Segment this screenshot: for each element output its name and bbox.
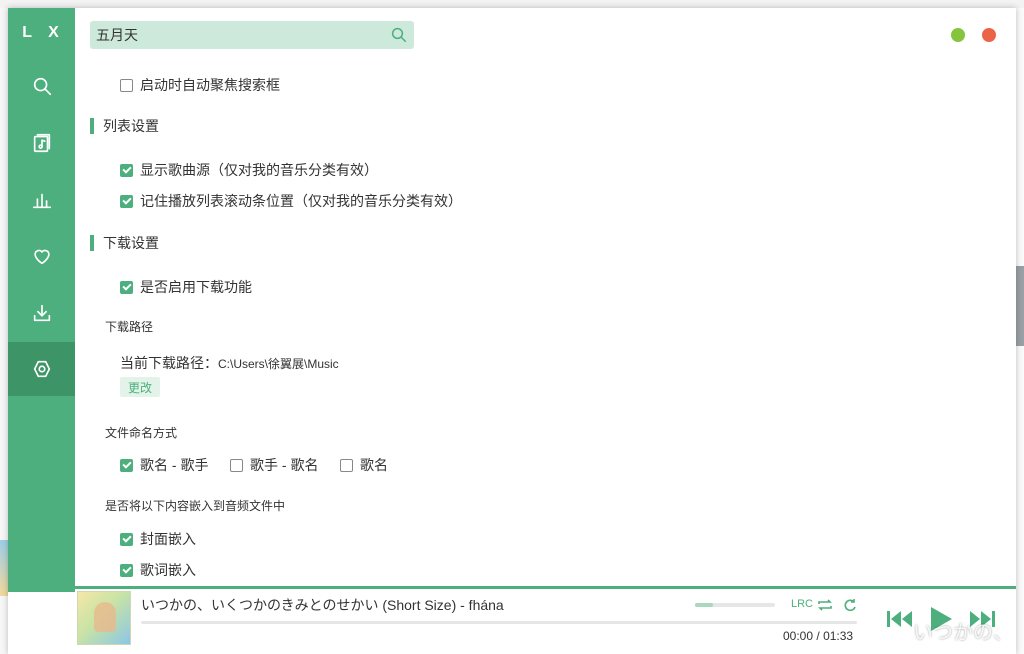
heart-icon: [33, 249, 50, 265]
embed-title: 是否将以下内容嵌入到音频文件中: [105, 499, 286, 513]
checkbox-label: 歌手 - 歌名: [250, 457, 319, 473]
app-logo: L X: [22, 24, 65, 41]
track-title: いつかの、いくつかのきみとのせかい (Short Size) - fhána: [141, 597, 504, 613]
checkbox-box[interactable]: [340, 458, 353, 472]
chart-icon: [32, 193, 51, 209]
repeat-button[interactable]: [817, 598, 833, 612]
show-source-checkbox[interactable]: 显示歌曲源（仅对我的音乐分类有效）: [120, 160, 378, 180]
checkbox-label: 歌名: [360, 457, 388, 473]
checkbox-box[interactable]: [120, 163, 133, 177]
naming-title: 文件命名方式: [105, 426, 178, 440]
checkbox-label: 显示歌曲源（仅对我的音乐分类有效）: [140, 162, 378, 178]
checkbox-box[interactable]: [120, 280, 133, 294]
nav-settings[interactable]: [8, 342, 75, 396]
download-path-value: C:\Users\徐翼展\Music: [218, 357, 339, 371]
settings-icon: [33, 360, 50, 378]
volume-level: [695, 603, 713, 607]
music-list-icon: [33, 133, 50, 153]
album-cover[interactable]: [77, 591, 131, 645]
total-time: 01:33: [823, 629, 854, 643]
search-icon: [33, 77, 51, 96]
search-button[interactable]: [390, 26, 408, 44]
background-thumbnail: [0, 540, 8, 596]
download-icon: [33, 304, 50, 322]
progress-bar[interactable]: [141, 621, 857, 624]
checkbox-box[interactable]: [120, 563, 133, 577]
settings-scrollbar[interactable]: [1004, 60, 1016, 585]
nav-search[interactable]: [8, 59, 75, 113]
volume-slider[interactable]: [695, 603, 775, 607]
sidebar: L X: [8, 8, 75, 592]
search-bar: [90, 21, 414, 49]
naming-option-song-singer[interactable]: 歌名 - 歌手: [120, 455, 208, 475]
checkbox-label: 是否启用下载功能: [140, 279, 252, 295]
prev-icon: [887, 611, 912, 627]
download-path-title: 下载路径: [105, 320, 154, 334]
time-separator: /: [816, 629, 820, 643]
checkbox-box[interactable]: [120, 458, 133, 472]
close-button[interactable]: [982, 28, 996, 42]
checkbox-box[interactable]: [120, 194, 133, 208]
search-input[interactable]: [96, 21, 376, 49]
loop-icon: [844, 599, 856, 612]
naming-option-singer-song[interactable]: 歌手 - 歌名: [230, 455, 318, 475]
nav-my-list[interactable]: [8, 229, 75, 283]
repeat-icon: [818, 599, 832, 611]
nav-leaderboard[interactable]: [8, 173, 75, 227]
enable-download-checkbox[interactable]: 是否启用下载功能: [120, 277, 252, 297]
download-path: 当前下载路径：C:\Users\徐翼展\Music: [120, 353, 339, 373]
remember-scroll-checkbox[interactable]: 记住播放列表滚动条位置（仅对我的音乐分类有效）: [120, 191, 462, 211]
minimize-button[interactable]: [951, 28, 965, 42]
checkbox-label: 歌词嵌入: [140, 562, 196, 578]
time-display: 00:00 / 01:33: [783, 629, 853, 643]
checkbox-label: 记住播放列表滚动条位置（仅对我的音乐分类有效）: [140, 193, 462, 209]
checkbox-box[interactable]: [120, 78, 133, 92]
loop-button[interactable]: [842, 598, 858, 612]
nav-song-list[interactable]: [8, 116, 75, 170]
prev-button[interactable]: [885, 605, 915, 633]
download-path-label: 当前下载路径：: [120, 355, 218, 371]
embed-lyric-checkbox[interactable]: 歌词嵌入: [120, 560, 196, 580]
player-bar: いつかの、いくつかのきみとのせかい (Short Size) - fhána L…: [75, 586, 1016, 654]
nav-download[interactable]: [8, 286, 75, 340]
search-icon: [391, 27, 407, 43]
section-title-list: 列表设置: [90, 118, 159, 134]
checkbox-box[interactable]: [120, 532, 133, 546]
current-time: 00:00: [783, 629, 814, 643]
checkbox-label: 启动时自动聚焦搜索框: [140, 77, 280, 93]
embed-cover-checkbox[interactable]: 封面嵌入: [120, 529, 196, 549]
desktop-lyric-overlay: いつかの、: [913, 622, 1013, 644]
auto-focus-search-checkbox[interactable]: 启动时自动聚焦搜索框: [120, 75, 280, 95]
background-left-strip: [0, 8, 8, 654]
section-title-download: 下载设置: [90, 235, 159, 251]
change-path-button[interactable]: 更改: [120, 377, 160, 397]
checkbox-box[interactable]: [230, 458, 243, 472]
settings-panel: 启动时自动聚焦搜索框 列表设置 显示歌曲源（仅对我的音乐分类有效） 记住播放列表…: [75, 60, 1003, 585]
checkbox-label: 歌名 - 歌手: [140, 457, 209, 473]
checkbox-label: 封面嵌入: [140, 531, 196, 547]
app-window: L X 启动时自动聚焦搜索框 列表设置: [8, 8, 1016, 654]
naming-option-song[interactable]: 歌名: [340, 455, 388, 475]
lyric-toggle[interactable]: LRC: [791, 598, 813, 610]
